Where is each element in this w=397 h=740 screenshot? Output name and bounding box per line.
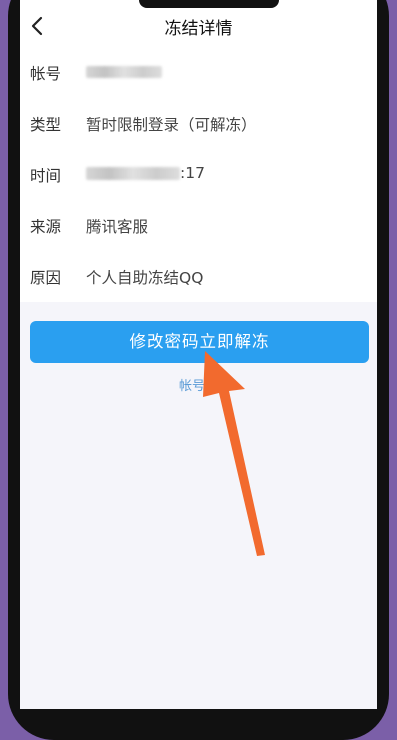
detail-row-source: 来源 腾讯客服	[20, 201, 377, 252]
type-label: 类型	[30, 116, 62, 134]
source-label: 来源	[30, 218, 62, 236]
detail-row-type: 类型 暂时限制登录（可解冻）	[20, 99, 377, 150]
reason-value: 个人自助冻结QQ	[86, 269, 204, 287]
screen: 冻结详情 帐号 类型 暂时限制登录（可解冻） 时间 :17 来源 腾讯客服 原因…	[20, 0, 377, 709]
source-value: 腾讯客服	[86, 218, 149, 236]
page-title: 冻结详情	[164, 19, 233, 39]
notch	[139, 0, 279, 8]
time-suffix: :17	[180, 164, 205, 182]
account-value-redacted	[86, 62, 162, 80]
time-value: :17	[86, 164, 205, 182]
detail-row-time: 时间 :17	[20, 150, 377, 201]
account-label: 帐号	[30, 65, 62, 83]
time-label: 时间	[30, 167, 62, 185]
detail-row-reason: 原因 个人自助冻结QQ	[20, 252, 377, 303]
reason-label: 原因	[30, 269, 62, 287]
freeze-details-card: 帐号 类型 暂时限制登录（可解冻） 时间 :17 来源 腾讯客服 原因 个人自助…	[20, 48, 377, 302]
pointer-arrow-icon	[203, 351, 265, 556]
detail-row-account: 帐号	[20, 48, 377, 99]
time-redacted	[86, 167, 180, 180]
type-value: 暂时限制登录（可解冻）	[86, 116, 257, 134]
